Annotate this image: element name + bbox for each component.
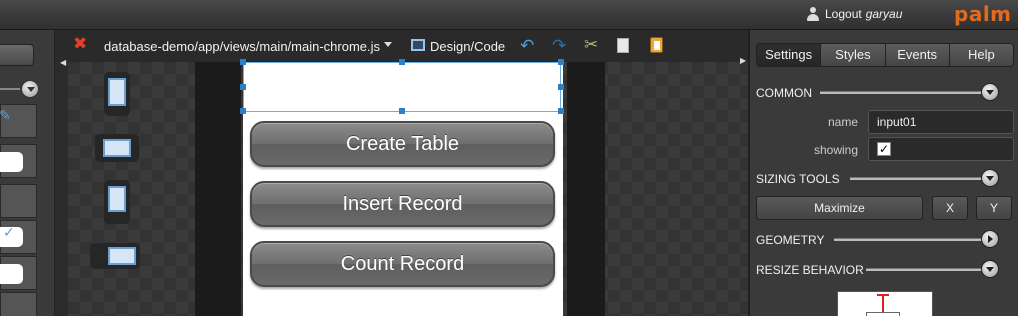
chevron-down-icon[interactable]	[384, 42, 392, 47]
undo-icon[interactable]: ↶	[520, 36, 534, 56]
resize-handle[interactable]	[399, 108, 405, 114]
device-landscape-button[interactable]	[95, 134, 139, 162]
pencil-icon: ✎	[0, 107, 11, 123]
collapse-sizing-icon[interactable]	[981, 169, 999, 187]
logout-label: Logout	[825, 7, 862, 21]
inspector-panel: Settings Styles Events Help COMMON name …	[748, 30, 1018, 316]
brand-logo: palm	[954, 2, 1012, 26]
check-icon: ✓	[3, 224, 15, 240]
section-common: COMMON	[756, 86, 812, 100]
resize-handle[interactable]	[558, 108, 564, 114]
tab-settings[interactable]: Settings	[756, 43, 822, 67]
maximize-button[interactable]: Maximize	[756, 196, 923, 220]
section-sizing-divider	[850, 177, 984, 180]
device-portrait-alt-button[interactable]	[104, 180, 130, 224]
top-bar: Logout garyau palm	[0, 0, 1018, 30]
user-icon	[806, 7, 820, 21]
cut-icon[interactable]: ✂	[584, 35, 598, 55]
left-panel-button[interactable]	[0, 44, 34, 66]
design-code-icon[interactable]	[411, 39, 425, 51]
resize-handle[interactable]	[240, 84, 246, 90]
collapse-common-icon[interactable]	[981, 83, 999, 101]
section-geometry-divider	[834, 238, 984, 241]
file-toolbar: ✖ database-demo/app/views/main/main-chro…	[55, 30, 748, 62]
left-panel-slider-track	[0, 88, 20, 90]
paste-icon[interactable]	[650, 37, 663, 53]
resize-handle[interactable]	[240, 108, 246, 114]
logout-link[interactable]: Logout garyau	[806, 7, 902, 21]
palette-item[interactable]: ✎	[0, 104, 37, 138]
redo-icon[interactable]: ↷	[552, 36, 566, 56]
showing-checkbox[interactable]: ✓	[877, 142, 891, 156]
resize-handle[interactable]	[240, 59, 246, 65]
resize-handle[interactable]	[558, 84, 564, 90]
phone-landscape-icon	[103, 139, 131, 157]
insert-record-button[interactable]: Insert Record	[250, 181, 555, 227]
left-panel: ✎ ✓	[0, 30, 55, 316]
collapse-resize-icon[interactable]	[981, 260, 999, 278]
selected-input-widget[interactable]	[243, 62, 561, 112]
create-table-button[interactable]: Create Table	[250, 121, 555, 167]
palette-item[interactable]	[0, 256, 37, 290]
palette-item-preview	[0, 264, 23, 284]
inspector-tabs: Settings Styles Events Help	[756, 43, 1014, 67]
palette-item[interactable]	[0, 184, 37, 218]
view-mode-toggle[interactable]: Design/Code	[430, 39, 505, 54]
canvas-margin-left	[195, 62, 241, 316]
resize-handle[interactable]	[558, 59, 564, 65]
palette-item[interactable]: ✓	[0, 220, 37, 254]
phone-portrait-icon	[108, 78, 126, 106]
device-landscape-alt-button[interactable]	[90, 243, 140, 269]
canvas-margin-right	[567, 62, 605, 316]
palette-item[interactable]	[0, 292, 37, 316]
copy-icon[interactable]	[617, 38, 629, 53]
resize-handle[interactable]	[399, 59, 405, 65]
expand-geometry-icon[interactable]	[981, 230, 999, 248]
resize-behavior-diagram[interactable]	[837, 291, 933, 316]
palette-item[interactable]	[0, 144, 37, 178]
name-label: name	[827, 115, 858, 129]
tab-styles[interactable]: Styles	[821, 43, 886, 67]
phone-portrait-alt-icon	[108, 186, 126, 212]
size-x-button[interactable]: X	[932, 196, 968, 220]
section-common-divider	[820, 91, 984, 94]
section-resize-divider	[866, 268, 984, 271]
resize-inner-box	[866, 312, 900, 316]
palette-item-preview	[0, 152, 23, 172]
showing-label: showing	[813, 143, 858, 157]
scroll-right-icon[interactable]: ▶	[740, 56, 746, 65]
anchor-top-icon[interactable]	[877, 294, 889, 312]
file-path[interactable]: database-demo/app/views/main/main-chrome…	[104, 39, 380, 54]
count-record-button[interactable]: Count Record	[250, 241, 555, 287]
left-panel-collapse-knob[interactable]	[21, 80, 39, 98]
tab-help[interactable]: Help	[949, 43, 1014, 67]
tab-events[interactable]: Events	[885, 43, 950, 67]
name-field[interactable]: input01	[868, 110, 1014, 134]
section-geometry: GEOMETRY	[756, 233, 825, 247]
section-sizing-tools: SIZING TOOLS	[756, 172, 840, 186]
close-icon[interactable]: ✖	[73, 34, 87, 54]
size-y-button[interactable]: Y	[976, 196, 1012, 220]
device-portrait-button[interactable]	[104, 72, 130, 116]
section-resize-behavior: RESIZE BEHAVIOR	[756, 263, 864, 277]
showing-field: ✓	[868, 137, 1014, 161]
username: garyau	[865, 7, 903, 21]
scroll-left-icon[interactable]: ◀	[60, 58, 66, 67]
phone-landscape-alt-icon	[108, 247, 136, 265]
